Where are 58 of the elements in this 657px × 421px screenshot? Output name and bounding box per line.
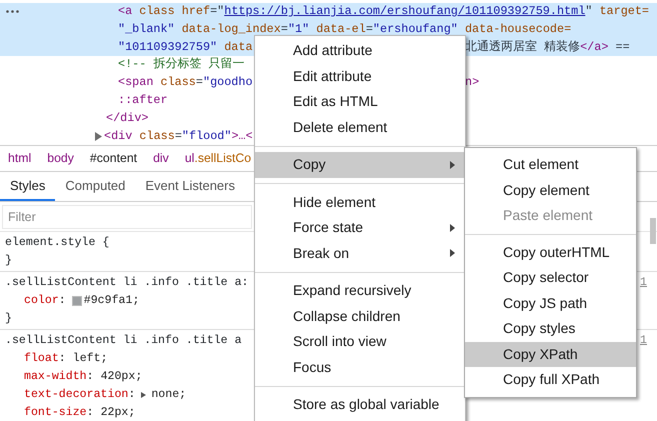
breadcrumb-item[interactable]: ul.sellListCo [184,149,252,168]
menu-item[interactable]: Copy element [465,178,636,203]
css-selector: element.style { [5,235,110,251]
menu-item[interactable]: Cut element [465,152,636,178]
menu-item[interactable]: Copy outerHTML [465,240,636,265]
css-declaration: float: left; [24,351,108,367]
expand-triangle-icon[interactable] [141,392,146,398]
source-link[interactable]: 1 [640,274,647,292]
closing-brace: } [5,311,12,327]
url-link[interactable]: https://bj.lianjia.com/ershoufang/101109392759.html [224,4,586,18]
filter-field[interactable]: Filter [2,204,252,228]
menu-item[interactable]: Copy selector [465,265,636,290]
css-declaration: color: #9c9fa1; [24,293,140,309]
menu-item[interactable]: Edit attribute [255,64,465,89]
code-line: </div> [106,110,148,127]
menu-item[interactable]: Scroll into view [255,329,465,354]
breadcrumb-item[interactable]: #content [90,149,138,168]
menu-item[interactable]: Copy styles [465,316,636,342]
color-swatch[interactable] [72,296,82,306]
menu-item[interactable]: Copy [255,152,465,178]
code-line: ::after [118,92,168,109]
menu-item[interactable]: Break on [255,240,465,266]
code-line: <a class href="https://bj.lianjia.com/ershoufang/101109392759.html" target= [118,3,650,20]
menu-item[interactable]: Hide element [255,190,465,215]
css-selector: .sellListContent li .info .title a [5,333,242,349]
css-declaration: max-width: 420px; [24,369,142,385]
more-icon[interactable] [6,10,19,14]
tab[interactable]: Styles [0,172,56,201]
menu-item[interactable]: Delete element [255,114,465,140]
css-selector: .sellListContent li .info .title a: [5,275,249,291]
css-declaration: font-size: 22px; [24,405,136,421]
scrollbar-thumb[interactable] [650,218,656,244]
menu-item[interactable]: Add attribute [255,38,465,64]
code-line: n> [465,74,480,92]
menu-item[interactable]: Force state [255,215,465,240]
menu-item[interactable]: Edit as HTML [255,89,465,114]
menu-item[interactable]: Store as global variable [255,392,465,418]
menu-item[interactable]: Expand recursively [255,278,465,304]
tab[interactable]: Computed [55,172,136,201]
breadcrumb-item[interactable]: div [153,149,169,168]
code-line: <div class="flood">…< [104,128,253,145]
css-declaration: text-decoration: none; [24,387,186,403]
breadcrumb-item[interactable]: html [8,149,32,168]
code-line: "101109392759" data [118,38,253,56]
menu-item[interactable]: Focus [255,354,465,380]
menu-item[interactable]: Collapse children [255,304,465,329]
code-line: "_blank" data-log_index="1" data-el="ershoufang" data-housecode= [118,20,572,38]
tab[interactable]: Event Listeners [135,172,245,201]
code-line: 北通透两居室 精装修</a> == [465,38,630,56]
breadcrumb-item[interactable]: body [47,149,74,168]
triangle-icon[interactable] [95,132,102,141]
menu-item[interactable]: Copy full XPath [465,367,636,392]
menu-item[interactable]: Copy XPath [465,342,636,367]
code-line: <span class="goodho [118,74,253,92]
closing-brace: } [5,253,12,269]
code-line: <!-- 拆分标签 只留一 [118,56,244,74]
source-link[interactable]: 1 [640,332,647,350]
menu-item[interactable]: Copy JS path [465,290,636,316]
